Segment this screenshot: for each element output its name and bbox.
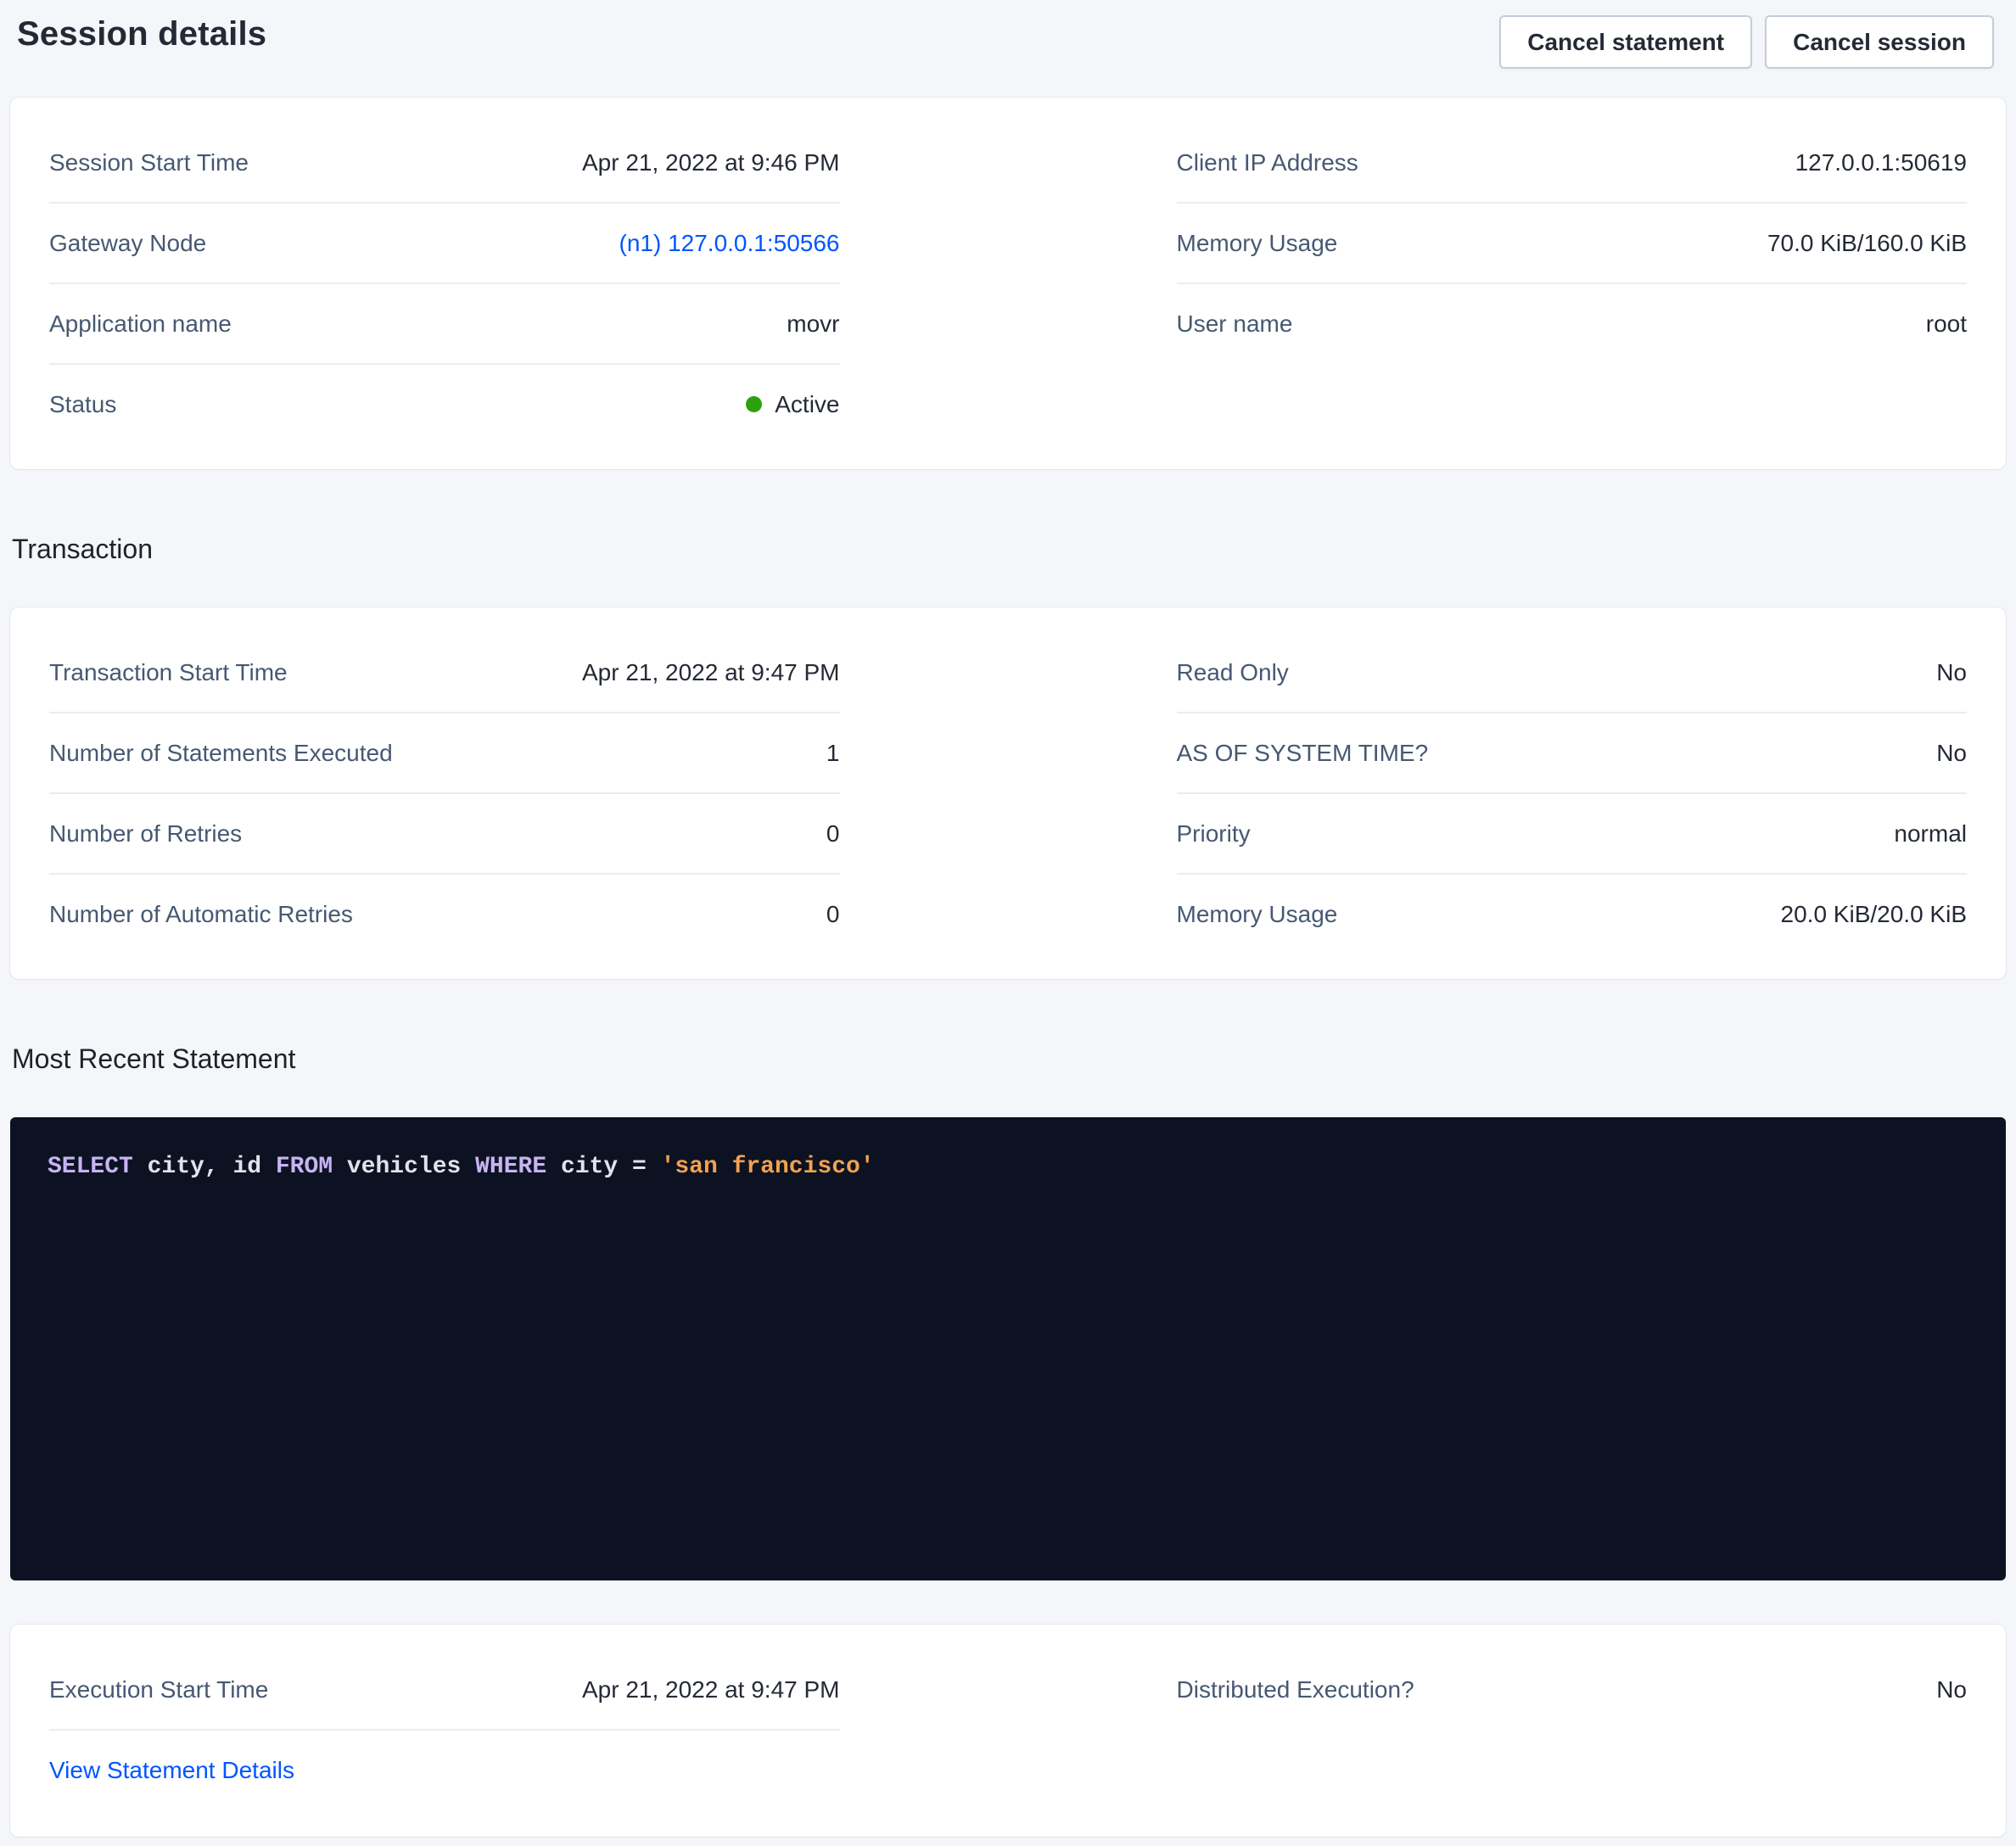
sql-keyword-select: SELECT [48, 1154, 148, 1180]
application-name-row: Application name movr [49, 284, 840, 365]
transaction-card: Transaction Start Time Apr 21, 2022 at 9… [10, 607, 2006, 979]
distributed-execution-label: Distributed Execution? [1177, 1675, 1414, 1703]
status-active-dot-icon [746, 396, 762, 412]
automatic-retries-row: Number of Automatic Retries 0 [49, 875, 840, 954]
execution-start-time-value: Apr 21, 2022 at 9:47 PM [582, 1675, 840, 1703]
transaction-start-time-label: Transaction Start Time [49, 658, 288, 686]
as-of-system-time-value: No [1936, 739, 1967, 767]
priority-value: normal [1894, 820, 1967, 847]
number-of-retries-value: 0 [826, 820, 840, 847]
view-statement-details-link[interactable]: View Statement Details [49, 1756, 294, 1784]
cancel-session-button[interactable]: Cancel session [1765, 15, 1994, 69]
session-summary-card: Session Start Time Apr 21, 2022 at 9:46 … [10, 98, 2006, 469]
client-ip-value: 127.0.0.1:50619 [1795, 148, 1967, 176]
execution-start-time-row: Execution Start Time Apr 21, 2022 at 9:4… [49, 1650, 840, 1731]
sql-keyword-where: WHERE [475, 1154, 561, 1180]
sql-keyword-from: FROM [276, 1154, 347, 1180]
execution-card: Execution Start Time Apr 21, 2022 at 9:4… [10, 1625, 2006, 1837]
transaction-section-heading: Transaction [10, 534, 2006, 565]
execution-left-column: Execution Start Time Apr 21, 2022 at 9:4… [49, 1650, 840, 1810]
as-of-system-time-row: AS OF SYSTEM TIME? No [1177, 713, 1968, 794]
client-ip-row: Client IP Address 127.0.0.1:50619 [1177, 123, 1968, 204]
execution-right-column: Distributed Execution? No [1177, 1650, 1968, 1729]
statements-executed-value: 1 [826, 739, 840, 767]
view-statement-details-row: View Statement Details [49, 1731, 840, 1810]
execution-start-time-label: Execution Start Time [49, 1675, 268, 1703]
transaction-left-column: Transaction Start Time Apr 21, 2022 at 9… [49, 633, 840, 954]
sql-statement-code-block: SELECT city, id FROM vehicles WHERE city… [10, 1117, 2006, 1580]
distributed-execution-row: Distributed Execution? No [1177, 1650, 1968, 1729]
most-recent-statement-heading: Most Recent Statement [10, 1043, 2006, 1075]
application-name-value: movr [787, 310, 839, 338]
gateway-node-row: Gateway Node (n1) 127.0.0.1:50566 [49, 204, 840, 284]
gateway-node-label: Gateway Node [49, 229, 206, 257]
transaction-memory-usage-label: Memory Usage [1177, 900, 1338, 928]
client-ip-label: Client IP Address [1177, 148, 1358, 176]
number-of-retries-label: Number of Retries [49, 820, 242, 847]
read-only-value: No [1936, 658, 1967, 686]
sql-columns: city, id [148, 1154, 276, 1180]
session-start-time-label: Session Start Time [49, 148, 249, 176]
header-actions: Cancel statement Cancel session [1499, 15, 1994, 69]
user-name-label: User name [1177, 310, 1293, 338]
user-name-value: root [1926, 310, 1967, 338]
status-row: Status Active [49, 365, 840, 444]
statements-executed-row: Number of Statements Executed 1 [49, 713, 840, 794]
session-summary-right-column: Client IP Address 127.0.0.1:50619 Memory… [1177, 123, 1968, 363]
user-name-row: User name root [1177, 284, 1968, 363]
read-only-row: Read Only No [1177, 633, 1968, 713]
transaction-memory-usage-row: Memory Usage 20.0 KiB/20.0 KiB [1177, 875, 1968, 954]
status-value: Active [746, 390, 839, 418]
page-title: Session details [17, 15, 266, 53]
gateway-node-link[interactable]: (n1) 127.0.0.1:50566 [619, 229, 840, 257]
statements-executed-label: Number of Statements Executed [49, 739, 393, 767]
session-memory-usage-value: 70.0 KiB/160.0 KiB [1767, 229, 1967, 257]
sql-table: vehicles [347, 1154, 475, 1180]
transaction-start-time-row: Transaction Start Time Apr 21, 2022 at 9… [49, 633, 840, 713]
session-start-time-value: Apr 21, 2022 at 9:46 PM [582, 148, 840, 176]
distributed-execution-value: No [1936, 1675, 1967, 1703]
automatic-retries-label: Number of Automatic Retries [49, 900, 353, 928]
number-of-retries-row: Number of Retries 0 [49, 794, 840, 875]
transaction-memory-usage-value: 20.0 KiB/20.0 KiB [1781, 900, 1967, 928]
session-memory-usage-label: Memory Usage [1177, 229, 1338, 257]
session-memory-usage-row: Memory Usage 70.0 KiB/160.0 KiB [1177, 204, 1968, 284]
status-text: Active [775, 390, 839, 418]
session-summary-left-column: Session Start Time Apr 21, 2022 at 9:46 … [49, 123, 840, 444]
sql-condition: city = [561, 1154, 661, 1180]
session-start-time-row: Session Start Time Apr 21, 2022 at 9:46 … [49, 123, 840, 204]
transaction-start-time-value: Apr 21, 2022 at 9:47 PM [582, 658, 840, 686]
cancel-statement-button[interactable]: Cancel statement [1499, 15, 1752, 69]
status-label: Status [49, 390, 116, 418]
page-header: Session details Cancel statement Cancel … [10, 12, 2006, 69]
transaction-right-column: Read Only No AS OF SYSTEM TIME? No Prior… [1177, 633, 1968, 954]
as-of-system-time-label: AS OF SYSTEM TIME? [1177, 739, 1429, 767]
sql-string-literal: 'san francisco' [661, 1154, 875, 1180]
application-name-label: Application name [49, 310, 232, 338]
automatic-retries-value: 0 [826, 900, 840, 928]
priority-label: Priority [1177, 820, 1251, 847]
read-only-label: Read Only [1177, 658, 1289, 686]
priority-row: Priority normal [1177, 794, 1968, 875]
